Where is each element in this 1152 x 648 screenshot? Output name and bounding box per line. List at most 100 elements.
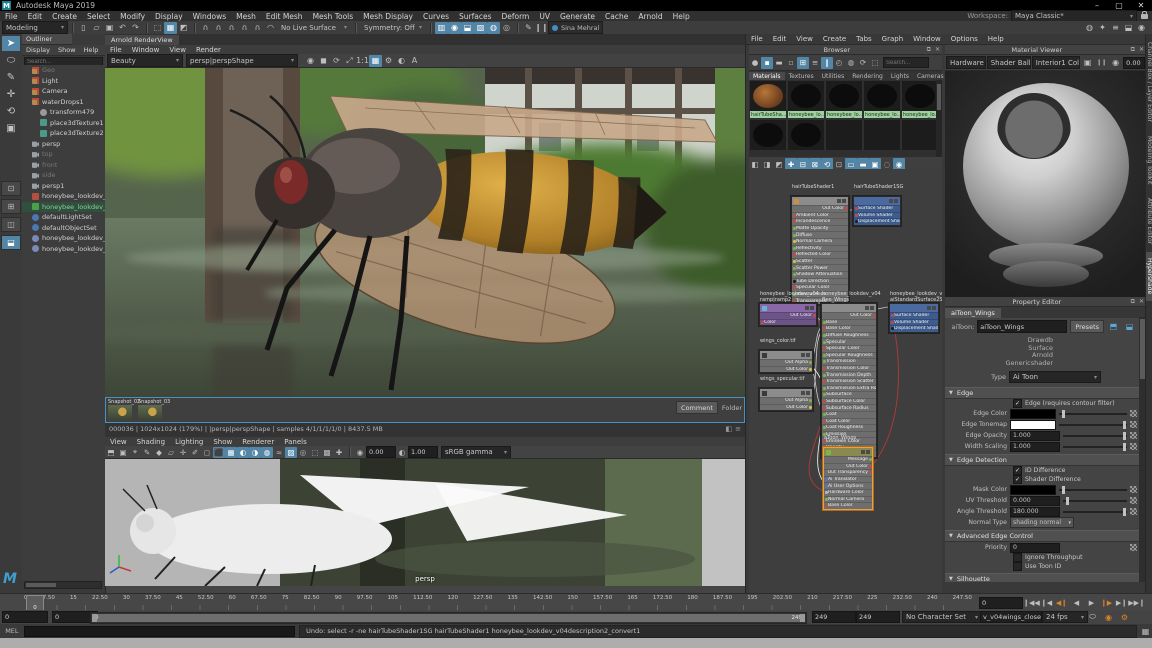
- browser-search-input[interactable]: [883, 57, 929, 68]
- undo-icon[interactable]: ↶: [116, 22, 129, 34]
- outliner-item[interactable]: place3dTexture2: [22, 128, 105, 139]
- outliner-menu-item[interactable]: Display: [22, 46, 54, 54]
- menu-item[interactable]: Surfaces: [454, 12, 496, 21]
- node-attribute-row[interactable]: Reflectivity: [792, 244, 848, 252]
- node-port[interactable]: [824, 484, 828, 488]
- node-port[interactable]: [872, 314, 876, 318]
- slider[interactable]: [1059, 409, 1127, 418]
- color-swatch[interactable]: [1010, 484, 1056, 495]
- node-attribute-row[interactable]: Normal Camera: [792, 237, 848, 245]
- live-surface-selector[interactable]: No Live Surface: [277, 21, 351, 34]
- node-name-field[interactable]: aiToon_Wings: [977, 320, 1068, 333]
- node-attribute-row[interactable]: Transmission Scatter: [822, 377, 876, 385]
- swatch-scrollbar[interactable]: [936, 80, 942, 157]
- render-view-icon[interactable]: ▥: [435, 21, 448, 34]
- menu-item[interactable]: Mesh: [231, 12, 261, 21]
- menu-set-selector[interactable]: Modeling: [2, 21, 68, 34]
- node-attribute-row[interactable]: Transmission Depth: [822, 371, 876, 378]
- slider[interactable]: [1059, 485, 1127, 494]
- browser-tab[interactable]: Textures: [785, 72, 818, 80]
- select-hierarchy-icon[interactable]: ⬚: [151, 22, 164, 34]
- outliner-menu-item[interactable]: Help: [80, 46, 103, 54]
- menu-item[interactable]: Help: [668, 12, 695, 21]
- swatch-small-icon[interactable]: ▪: [761, 56, 773, 69]
- node-port[interactable]: [822, 373, 826, 377]
- material-swatch[interactable]: honeybee_lo...: [902, 81, 938, 118]
- node-port[interactable]: [824, 478, 828, 482]
- checkbox-row[interactable]: Shader Difference: [945, 475, 1139, 484]
- browser-close-icon[interactable]: ✕: [933, 46, 942, 53]
- node-attribute-row[interactable]: Subsurface Radius: [822, 404, 876, 411]
- renderview-menu-item[interactable]: Render: [191, 46, 226, 54]
- snap-grid-icon[interactable]: ∩: [199, 22, 212, 34]
- paint-effects-icon[interactable]: ✎: [522, 22, 535, 34]
- node-attribute-row[interactable]: Base Color: [822, 325, 876, 332]
- mel-label[interactable]: MEL: [0, 627, 24, 635]
- motion-blur-icon[interactable]: ≈: [273, 447, 285, 458]
- snap-view-plane-icon[interactable]: ∩: [251, 22, 264, 34]
- new-scene-icon[interactable]: ▯: [77, 22, 90, 34]
- outliner-item[interactable]: front: [22, 160, 105, 171]
- node-header[interactable]: [890, 304, 938, 312]
- outliner-item[interactable]: Geo: [22, 65, 105, 76]
- value-field[interactable]: 1.000: [1010, 441, 1060, 452]
- render-settings-icon[interactable]: ▧: [474, 21, 487, 34]
- node-graph[interactable]: hairTubeShader1 Out Color Ambient Color In…: [749, 169, 942, 593]
- select-tool-icon[interactable]: ➤: [2, 36, 20, 51]
- node-attribute-row[interactable]: Out Alpha: [760, 397, 812, 404]
- ao-icon[interactable]: ◍: [261, 446, 273, 458]
- node-attribute-row[interactable]: Out Color: [760, 312, 816, 319]
- material-swatch[interactable]: [902, 120, 938, 150]
- color-swatch[interactable]: [1010, 419, 1056, 430]
- viewport-menu-item[interactable]: View: [105, 438, 132, 446]
- node-port[interactable]: [808, 367, 812, 371]
- scale-tool-icon[interactable]: ▣: [2, 121, 20, 136]
- browser-tab[interactable]: Cameras: [913, 72, 948, 80]
- renderview-tab[interactable]: Arnold RenderView: [105, 35, 179, 45]
- node-port[interactable]: [812, 314, 816, 318]
- menu-item[interactable]: Cache: [600, 12, 633, 21]
- current-clip-field[interactable]: v_v04wings_closed: [980, 611, 1042, 623]
- viewport-menu-item[interactable]: Panels: [279, 438, 312, 446]
- node-header[interactable]: [792, 197, 848, 205]
- outliner-item[interactable]: side: [22, 170, 105, 181]
- list-view-icon[interactable]: ≡: [809, 57, 821, 69]
- viewer-pause-icon[interactable]: ❙❙: [1095, 57, 1108, 69]
- isolate-select-icon[interactable]: ⬚: [309, 447, 321, 458]
- lasso-tool-icon[interactable]: ⬭: [2, 53, 20, 68]
- node-port[interactable]: [792, 227, 796, 231]
- outliner-item[interactable]: persp: [22, 139, 105, 150]
- node-port[interactable]: [868, 471, 872, 475]
- joints-xray-icon[interactable]: ✚: [333, 447, 345, 458]
- section-silhouette[interactable]: ▼ Silhouette: [945, 573, 1139, 582]
- viewer-camera-icon[interactable]: ▣: [1081, 57, 1094, 69]
- dropdown[interactable]: shading normal: [1010, 517, 1074, 528]
- outliner-item[interactable]: honeybee_lookdev_v04g: [22, 191, 105, 202]
- node-aitoon-wings[interactable]: aToon_Wings Message Out Color Out Transpar…: [823, 435, 873, 510]
- node-hairtubeshader1[interactable]: hairTubeShader1 Out Color Ambient Color In…: [791, 184, 849, 305]
- node-port[interactable]: [822, 334, 826, 338]
- edge-checkbox[interactable]: [1013, 399, 1022, 408]
- node-hairtubeshader1sg[interactable]: hairTubeShader1SG Surface Shader Volume S…: [853, 184, 903, 226]
- save-scene-icon[interactable]: ▣: [103, 22, 116, 34]
- node-header[interactable]: [824, 448, 872, 456]
- node-port[interactable]: [854, 207, 858, 211]
- menu-item[interactable]: Edit: [23, 12, 48, 21]
- menu-item[interactable]: Windows: [188, 12, 231, 21]
- node-attribute-row[interactable]: Out Transparency: [824, 469, 872, 476]
- playback-end-field[interactable]: 249: [812, 611, 856, 623]
- aov-selector[interactable]: Beauty: [107, 54, 183, 67]
- zoom-fit-icon[interactable]: ⤢: [343, 55, 356, 67]
- four-pane-layout-icon[interactable]: ⊞: [1, 199, 21, 214]
- node-attribute-row[interactable]: Out Color: [760, 365, 812, 373]
- material-swatch[interactable]: honeybee_lo...: [788, 81, 824, 118]
- symmetry-selector[interactable]: Symmetry: Off: [360, 21, 426, 34]
- node-header[interactable]: [760, 389, 812, 397]
- current-frame-field[interactable]: 0: [979, 597, 1023, 609]
- viewport-menu-item[interactable]: Shading: [132, 438, 170, 446]
- node-port[interactable]: [822, 413, 826, 417]
- node-attribute-row[interactable]: Transmission Extra Roughness: [822, 384, 876, 392]
- slider[interactable]: [1059, 420, 1127, 429]
- node-port[interactable]: [822, 367, 826, 371]
- outliner-item[interactable]: transform479: [22, 107, 105, 118]
